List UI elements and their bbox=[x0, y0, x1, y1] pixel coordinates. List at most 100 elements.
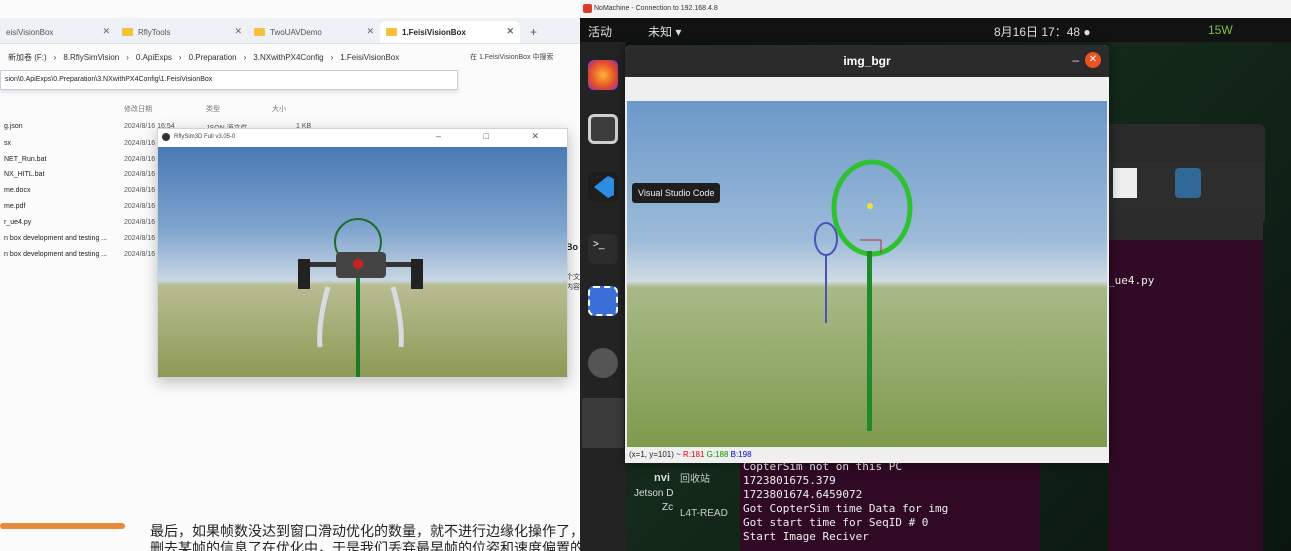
breadcrumb-item[interactable]: 8.RflySimVision bbox=[63, 53, 119, 62]
breadcrumb-drive[interactable]: 新加卷 (F:) bbox=[8, 52, 47, 63]
terminal-line: 1723801674.6459072 bbox=[743, 488, 863, 501]
recycle-bin[interactable]: 回收站 bbox=[680, 470, 710, 485]
settings-icon[interactable] bbox=[588, 348, 618, 378]
column-type[interactable]: 类型 bbox=[206, 104, 220, 114]
folder-icon bbox=[386, 28, 397, 36]
chevron-right-icon: › bbox=[243, 52, 247, 62]
simulation-viewport[interactable] bbox=[158, 147, 567, 377]
rflysim3d-window[interactable]: RflySim3D Full v3.05-0 – □ ✕ bbox=[157, 128, 568, 378]
drone-scene bbox=[298, 218, 423, 377]
window-controls[interactable]: – □ ✕ bbox=[436, 131, 559, 142]
files-icon[interactable] bbox=[588, 114, 618, 144]
running-app-icon[interactable] bbox=[582, 398, 624, 448]
target-marker bbox=[867, 203, 873, 209]
window-title-text: RflySim3D Full v3.05-0 bbox=[174, 134, 236, 140]
chevron-right-icon: › bbox=[330, 52, 334, 62]
document-icon[interactable] bbox=[1113, 168, 1137, 198]
tab-label: TwoUAVDemo bbox=[270, 27, 322, 37]
close-icon[interactable]: ✕ bbox=[102, 26, 110, 37]
tab-twouavdemo[interactable]: TwoUAVDemo ✕ bbox=[248, 21, 380, 43]
tab-feisivisionbox-1[interactable]: eisiVisionBox ✕ bbox=[0, 21, 116, 43]
terminal-line: 1723801675.379 bbox=[743, 474, 836, 487]
breadcrumb-item[interactable]: 3.NXwithPX4Config bbox=[253, 53, 323, 62]
landing-gear bbox=[317, 286, 331, 348]
firefox-icon[interactable] bbox=[588, 60, 618, 90]
path-suggestion[interactable]: sion\0.ApiExps\0.Preparation\3.NXwithPX4… bbox=[0, 70, 458, 90]
terminal-window[interactable]: _ue4.py bbox=[1108, 212, 1263, 551]
breadcrumb-item[interactable]: 1.FeisiVisionBox bbox=[340, 53, 399, 62]
file-date: 2024/8/16 bbox=[124, 171, 156, 178]
tab-rflytools[interactable]: RflyTools ✕ bbox=[116, 21, 248, 43]
activities-button[interactable]: 活动 bbox=[588, 23, 612, 40]
file-name: g.json bbox=[4, 123, 23, 130]
new-tab-button[interactable]: + bbox=[524, 21, 544, 43]
folder-icon bbox=[254, 28, 265, 36]
side-snippet: 个文 bbox=[566, 274, 580, 281]
pixel-coords: (x=1, y=101) ~ bbox=[629, 450, 681, 459]
side-snippet: 内容 bbox=[566, 284, 580, 291]
distant-gate bbox=[814, 222, 838, 256]
screenshot-icon[interactable] bbox=[588, 286, 618, 316]
clock[interactable]: 8月16日 17：48 ● bbox=[994, 23, 1091, 40]
img-bgr-window[interactable]: img_bgr – ✕ (x=1, y=101) ~ R:181 G:188 B… bbox=[625, 45, 1109, 463]
files-window[interactable] bbox=[1105, 124, 1265, 224]
image-toolbar bbox=[625, 77, 1109, 101]
file-row[interactable]: NX_HITL.bat bbox=[4, 171, 44, 178]
search-input[interactable]: 在 1.FeisiVisionBox 中搜索 bbox=[470, 52, 554, 62]
terminal-icon[interactable]: >_ bbox=[588, 234, 618, 264]
file-date: 2024/8/16 bbox=[124, 203, 156, 210]
file-row[interactable]: n box development and testing ... bbox=[4, 235, 107, 242]
python-icon[interactable] bbox=[1175, 168, 1201, 198]
window-title: img_bgr bbox=[625, 45, 1109, 77]
chevron-right-icon: › bbox=[178, 52, 182, 62]
breadcrumb-item[interactable]: 0.ApiExps bbox=[136, 53, 172, 62]
tab-bar: eisiVisionBox ✕ RflyTools ✕ TwoUAVDemo ✕ 1.… bbox=[0, 18, 580, 44]
window-title-text: NoMachine - Connection to 192.168.4.8 bbox=[594, 5, 718, 12]
jetson-label: Jetson D bbox=[634, 488, 674, 499]
file-row[interactable]: g.json bbox=[4, 123, 23, 130]
drone-light bbox=[353, 259, 363, 269]
file-row[interactable]: r_ue4.py bbox=[4, 219, 31, 226]
zc-label: Zc bbox=[662, 502, 674, 513]
file-row[interactable]: me.docx bbox=[4, 187, 30, 194]
close-icon[interactable]: ✕ bbox=[234, 26, 242, 37]
breadcrumb-item[interactable]: 0.Preparation bbox=[189, 53, 237, 62]
app-menu[interactable]: 未知 ▾ bbox=[648, 23, 681, 40]
terminal-output[interactable]: CopterSim not on this PC 1723801675.379 … bbox=[740, 452, 1040, 551]
chevron-right-icon: › bbox=[126, 52, 129, 62]
close-icon[interactable]: ✕ bbox=[506, 26, 514, 37]
file-row[interactable]: sx bbox=[4, 140, 11, 147]
minimize-button[interactable]: – bbox=[1072, 53, 1079, 67]
terminal-text: _ue4.py bbox=[1108, 274, 1155, 287]
camera-scene bbox=[814, 159, 913, 431]
camera-image[interactable] bbox=[627, 101, 1107, 447]
file-date: 2024/8/16 bbox=[124, 140, 156, 147]
file-row[interactable]: NET_Run.bat bbox=[4, 156, 46, 163]
file-date: 2024/8/16 bbox=[124, 187, 156, 194]
file-date: 2024/8/16 bbox=[124, 219, 156, 226]
vscode-tooltip: Visual Studio Code bbox=[632, 183, 721, 203]
vscode-icon[interactable] bbox=[588, 172, 618, 202]
gate-pole bbox=[356, 265, 360, 377]
document-text: 删去某帧的信息了在优化中，于是我们丢弃最早帧的位姿和速度偏置的 bbox=[150, 540, 584, 551]
nomachine-icon bbox=[583, 4, 592, 13]
readme-icon[interactable]: L4T-READ bbox=[680, 508, 728, 519]
tab-feisivisionbox-active[interactable]: 1.FeisiVisionBox ✕ bbox=[380, 21, 520, 43]
file-row[interactable]: n box development and testing ... bbox=[4, 251, 107, 258]
pixel-r: R:181 bbox=[683, 450, 705, 459]
nomachine-titlebar: NoMachine - Connection to 192.168.4.8 bbox=[580, 0, 1291, 18]
column-size[interactable]: 大小 bbox=[272, 104, 286, 114]
close-icon[interactable]: ✕ bbox=[366, 26, 374, 37]
power-indicator[interactable]: 15W bbox=[1208, 23, 1233, 37]
file-date: 2024/8/16 bbox=[124, 156, 156, 163]
terminal-line: Got CopterSim time Data for img bbox=[743, 502, 949, 515]
chevron-right-icon: › bbox=[53, 52, 57, 62]
pixel-status-bar: (x=1, y=101) ~ R:181 G:188 B:198 bbox=[625, 447, 1109, 463]
terminal-line: Got start time for SeqID # 0 bbox=[743, 516, 929, 529]
file-row[interactable]: me.pdf bbox=[4, 203, 25, 210]
pixel-b: B:198 bbox=[730, 450, 752, 459]
close-button[interactable]: ✕ bbox=[1085, 52, 1101, 68]
column-date[interactable]: 修改日期 bbox=[124, 104, 152, 114]
motor bbox=[411, 259, 423, 289]
pixel-g: G:188 bbox=[706, 450, 729, 459]
